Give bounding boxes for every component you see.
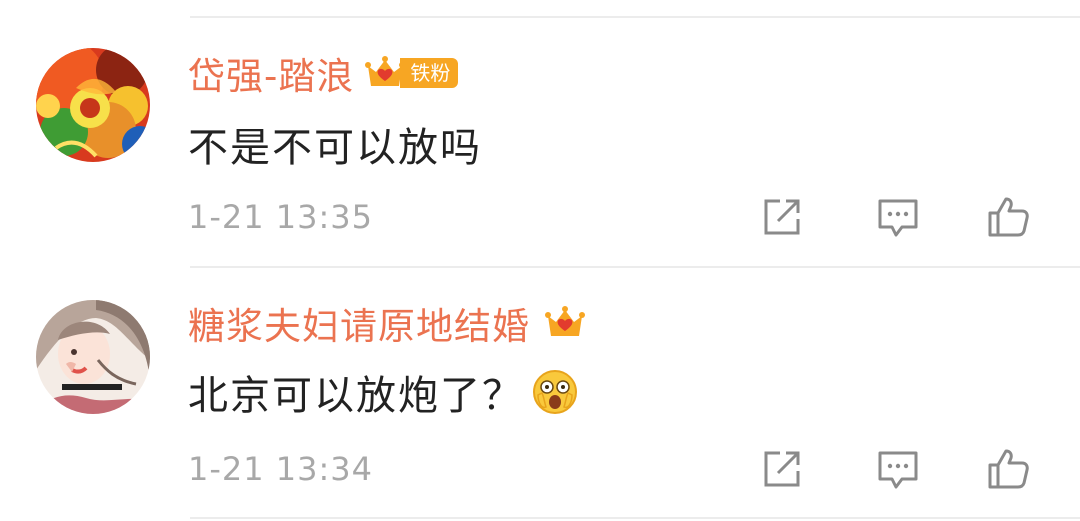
repost-icon	[764, 451, 800, 487]
thumbs-up-icon	[988, 197, 1029, 237]
comment-feed: 岱强-踏浪 铁粉 不是不可以放吗 1-21 13:35 糖浆夫妇请原地结婚 北京…	[0, 0, 1080, 521]
comment-text: 北京可以放炮了？	[188, 364, 578, 420]
crown-badge-icon	[545, 306, 585, 336]
timestamp: 1-21 13:34	[188, 450, 374, 488]
comment-text: 不是不可以放吗	[188, 125, 482, 171]
comment-item: 岱强-踏浪 铁粉 不是不可以放吗 1-21 13:35	[0, 0, 1080, 266]
reply-button[interactable]	[874, 445, 922, 493]
reply-button[interactable]	[874, 193, 922, 241]
divider	[190, 517, 1080, 519]
repost-icon	[764, 199, 800, 235]
timestamp: 1-21 13:35	[188, 198, 374, 236]
avatar[interactable]	[36, 300, 150, 414]
like-button[interactable]	[984, 193, 1032, 241]
repost-button[interactable]	[758, 193, 806, 241]
username[interactable]: 糖浆夫妇请原地结婚	[188, 296, 530, 350]
comment-item: 糖浆夫妇请原地结婚 北京可以放炮了？ 1-21 13:34	[0, 268, 1080, 518]
username[interactable]: 岱强-踏浪	[188, 46, 354, 100]
thumbs-up-icon	[988, 449, 1029, 489]
comment-icon	[878, 199, 918, 237]
fan-badge-label: 铁粉	[400, 58, 459, 88]
like-button[interactable]	[984, 445, 1032, 493]
avatar[interactable]	[36, 48, 150, 162]
shocked-face-emoji	[533, 370, 577, 414]
repost-button[interactable]	[758, 445, 806, 493]
comment-icon	[878, 451, 918, 489]
fan-badge: 铁粉	[364, 52, 459, 94]
